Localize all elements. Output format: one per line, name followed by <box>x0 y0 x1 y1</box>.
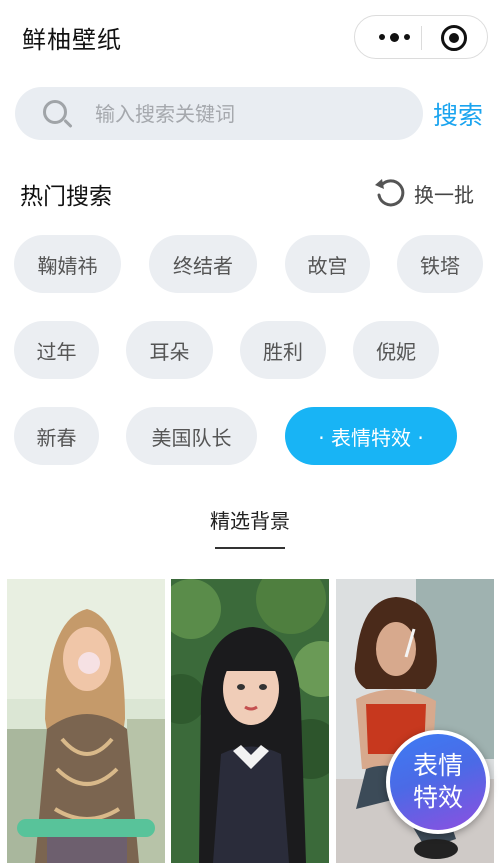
tag-item[interactable]: 美国队长 <box>126 407 257 465</box>
search-box[interactable] <box>15 87 423 140</box>
top-bar: 鲜柚壁纸 <box>0 0 500 72</box>
refresh-label: 换一批 <box>414 182 474 207</box>
refresh-icon <box>374 177 406 209</box>
featured-title: 精选背景 <box>210 509 290 533</box>
wallpaper-card[interactable] <box>7 579 165 863</box>
capsule-divider <box>421 26 422 50</box>
tag-item-active[interactable]: · 表情特效 · <box>285 407 457 465</box>
tag-item[interactable]: 过年 <box>14 321 99 379</box>
tag-item[interactable]: 鞠婧祎 <box>14 235 121 293</box>
search-input[interactable] <box>95 99 415 129</box>
expression-effects-badge[interactable]: 表情 特效 <box>386 730 490 834</box>
tag-item[interactable]: 终结者 <box>149 235 257 293</box>
tag-item[interactable]: 铁塔 <box>397 235 483 293</box>
app-title: 鲜柚壁纸 <box>22 26 122 54</box>
refresh-button[interactable]: 换一批 <box>374 176 474 210</box>
tag-item[interactable]: 胜利 <box>240 321 326 379</box>
featured-underline <box>215 547 285 549</box>
tag-item[interactable]: 耳朵 <box>126 321 213 379</box>
hot-search-title: 热门搜索 <box>20 184 112 210</box>
badge-line-2: 特效 <box>412 783 463 812</box>
close-target-icon[interactable] <box>441 25 467 51</box>
tag-item[interactable]: 故宫 <box>285 235 370 293</box>
wallpaper-image <box>171 579 329 863</box>
wallpaper-card[interactable] <box>171 579 329 863</box>
badge-line-1: 表情 <box>412 751 463 780</box>
search-icon <box>43 100 67 124</box>
mini-program-capsule <box>354 15 488 59</box>
tag-item[interactable]: 新春 <box>14 407 99 465</box>
search-button[interactable]: 搜索 <box>433 96 483 132</box>
more-icon[interactable] <box>369 16 419 58</box>
tag-item[interactable]: 倪妮 <box>353 321 439 379</box>
wallpaper-image <box>7 579 165 863</box>
